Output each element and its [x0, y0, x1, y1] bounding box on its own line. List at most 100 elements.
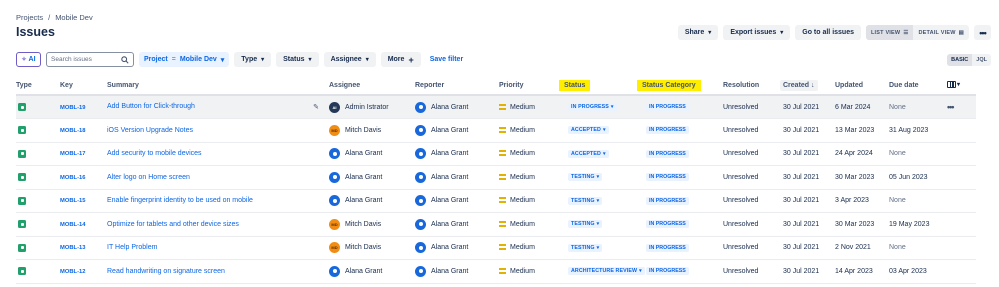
column-header-priority[interactable]: Priority	[499, 76, 568, 96]
column-header-resolution[interactable]: Resolution	[723, 76, 783, 96]
issue-key-link[interactable]: MOBL-16	[60, 175, 85, 181]
go-to-all-issues-button[interactable]: Go to all issues	[795, 25, 861, 40]
detail-view-icon: ▤	[958, 29, 964, 36]
updated-value: 3 Apr 2023	[835, 197, 869, 205]
pencil-icon[interactable]: ✎	[313, 103, 319, 111]
status-category-badge: IN PROGRESS	[646, 173, 689, 182]
status-filter-button[interactable]: Status ▾	[276, 52, 319, 67]
table-row[interactable]: MOBL-18 iOS Version Upgrade Notes MD Mitc…	[16, 118, 976, 143]
reporter[interactable]: Alana Grant	[415, 148, 499, 160]
status-label: TESTING	[571, 174, 595, 181]
column-header-status[interactable]: Status	[559, 76, 646, 96]
column-header-summary[interactable]: Summary	[107, 76, 329, 96]
priority-label: Medium	[510, 173, 535, 181]
reporter[interactable]: Alana Grant	[415, 265, 499, 277]
breadcrumb-mobile-dev[interactable]: Mobile Dev	[55, 13, 93, 22]
table-row[interactable]: MOBL-12 Read handwriting on signature sc…	[16, 259, 976, 284]
issue-key-link[interactable]: MOBL-13	[60, 245, 85, 251]
status-dropdown[interactable]: TESTING ▾	[568, 220, 603, 229]
column-header-due-date[interactable]: Due date	[889, 76, 947, 96]
assignee[interactable]: MD Mitch Davis	[329, 124, 415, 136]
issue-key-link[interactable]: MOBL-17	[60, 151, 85, 157]
status-dropdown[interactable]: TESTING ▾	[568, 243, 603, 252]
reporter[interactable]: Alana Grant	[415, 218, 499, 230]
list-view-button[interactable]: LIST VIEW ☰	[866, 25, 914, 40]
more-actions-button[interactable]: •••	[974, 25, 991, 40]
priority-label: Medium	[510, 150, 535, 158]
plus-icon: +	[408, 54, 414, 65]
issue-summary-link[interactable]: Optimize for tablets and other device si…	[107, 221, 239, 228]
status-dropdown[interactable]: ARCHITECTURE REVIEW ▾	[568, 267, 645, 276]
chevron-down-icon: ▾	[639, 268, 642, 275]
type-filter-button[interactable]: Type ▾	[234, 52, 272, 67]
ai-search-button[interactable]: ✧ AI	[16, 52, 41, 67]
share-button[interactable]: Share ▾	[677, 25, 719, 40]
status-dropdown[interactable]: TESTING ▾	[568, 173, 603, 182]
chevron-down-icon: ▾	[596, 244, 600, 251]
issue-key-link[interactable]: MOBL-18	[60, 128, 85, 134]
type-filter-label: Type	[241, 56, 258, 63]
assignee[interactable]: Alana Grant	[329, 148, 415, 160]
search-input[interactable]	[51, 56, 121, 63]
issue-summary-link[interactable]: IT Help Problem	[107, 244, 157, 251]
issue-summary-link[interactable]: Alter logo on Home screen	[107, 174, 190, 181]
issue-key-link[interactable]: MOBL-19	[60, 105, 85, 111]
reporter[interactable]: Alana Grant	[415, 124, 499, 136]
issue-summary-link[interactable]: iOS Version Upgrade Notes	[107, 127, 193, 134]
reporter-name: Alana Grant	[431, 126, 469, 134]
column-header-reporter[interactable]: Reporter	[415, 76, 499, 96]
detail-view-button[interactable]: DETAIL VIEW ▤	[913, 25, 969, 40]
status-dropdown[interactable]: ACCEPTED ▾	[568, 126, 609, 135]
issue-summary-link[interactable]: Read handwriting on signature screen	[107, 268, 225, 275]
reporter[interactable]: Alana Grant	[415, 101, 499, 113]
issue-summary-link[interactable]: Add security to mobile devices	[107, 150, 202, 157]
issue-key-link[interactable]: MOBL-15	[60, 198, 85, 204]
table-row[interactable]: MOBL-14 Optimize for tablets and other d…	[16, 212, 976, 237]
issue-summary-link[interactable]: Add Button for Click-through	[107, 103, 195, 110]
column-header-assignee[interactable]: Assignee	[329, 76, 415, 96]
issues-table: Type Key Summary Assignee Reporter Prior…	[16, 76, 976, 284]
assignee-filter-button[interactable]: Assignee ▾	[323, 52, 376, 67]
column-header-type[interactable]: Type	[16, 76, 60, 96]
column-header-created[interactable]: Created ↓	[780, 76, 835, 96]
column-header-key[interactable]: Key	[60, 76, 107, 96]
breadcrumb-projects[interactable]: Projects	[16, 13, 43, 22]
jql-mode-button[interactable]: JQL	[972, 54, 991, 66]
table-row[interactable]: MOBL-16 Alter logo on Home screen Alana …	[16, 165, 976, 190]
reporter[interactable]: Alana Grant	[415, 195, 499, 207]
assignee[interactable]: MD Mitch Davis	[329, 242, 415, 254]
assignee[interactable]: Alana Grant	[329, 265, 415, 277]
created-value: 30 Jul 2021	[783, 150, 820, 158]
reporter[interactable]: Alana Grant	[415, 171, 499, 183]
issue-key-link[interactable]: MOBL-14	[60, 222, 85, 228]
assignee[interactable]: AI Admin Istrator	[329, 101, 415, 113]
table-row[interactable]: MOBL-17 Add security to mobile devices A…	[16, 142, 976, 166]
column-picker-button[interactable]: ▾	[947, 76, 976, 96]
status-label: ACCEPTED	[571, 150, 601, 157]
save-filter-link[interactable]: Save filter	[430, 56, 463, 63]
project-filter[interactable]: Project = Mobile Dev ▾	[139, 52, 230, 67]
assignee[interactable]: MD Mitch Davis	[329, 218, 415, 230]
created-value: 30 Jul 2021	[783, 173, 820, 181]
table-row[interactable]: MOBL-19 Add Button for Click-through ✎ AI…	[16, 95, 976, 119]
column-header-status-category[interactable]: Status Category	[637, 76, 723, 96]
resolution-value: Unresolved	[723, 150, 759, 158]
share-label: Share	[684, 29, 705, 36]
assignee[interactable]: Alana Grant	[329, 171, 415, 183]
export-issues-button[interactable]: Export issues ▾	[723, 25, 791, 40]
status-dropdown[interactable]: IN PROGRESS ▾	[568, 103, 617, 111]
more-filters-button[interactable]: More +	[380, 52, 421, 67]
avatar: MD	[329, 124, 340, 136]
issue-key-link[interactable]: MOBL-12	[60, 269, 85, 275]
basic-mode-button[interactable]: BASIC	[947, 54, 973, 66]
table-row[interactable]: MOBL-15 Enable fingerprint identity to b…	[16, 189, 976, 213]
assignee[interactable]: Alana Grant	[329, 195, 415, 207]
status-label: ARCHITECTURE REVIEW	[571, 268, 638, 275]
table-row[interactable]: MOBL-13 IT Help Problem MD Mitch Davis Al…	[16, 236, 976, 260]
column-header-updated[interactable]: Updated	[835, 76, 889, 96]
status-dropdown[interactable]: ACCEPTED ▾	[568, 149, 609, 158]
issue-summary-link[interactable]: Enable fingerprint identity to be used o…	[107, 197, 253, 204]
row-actions-button[interactable]: •••	[947, 102, 955, 112]
status-dropdown[interactable]: TESTING ▾	[568, 196, 603, 205]
reporter[interactable]: Alana Grant	[415, 242, 499, 254]
